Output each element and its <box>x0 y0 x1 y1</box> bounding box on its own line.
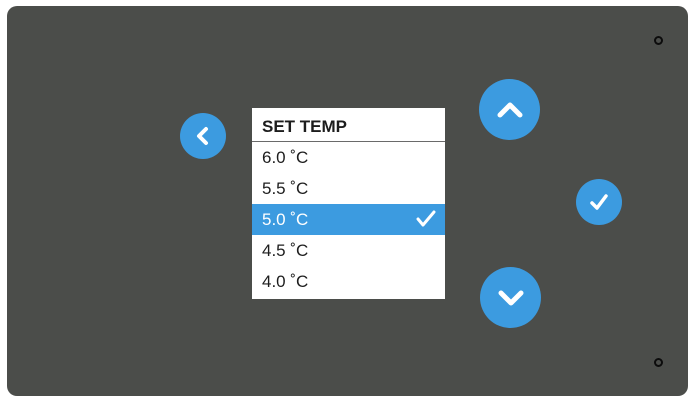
checkmark-icon <box>590 194 608 210</box>
temperature-option-4-0[interactable]: 4.0 ˚C <box>252 266 445 297</box>
temperature-option-5-5[interactable]: 5.5 ˚C <box>252 173 445 204</box>
chevron-left-icon <box>197 127 208 145</box>
option-label: 6.0 ˚C <box>262 148 309 167</box>
option-label: 5.5 ˚C <box>262 179 309 198</box>
menu-title: SET TEMP <box>252 108 445 142</box>
up-button[interactable] <box>479 79 540 140</box>
temperature-option-6-0[interactable]: 6.0 ˚C <box>252 142 445 173</box>
checkmark-icon <box>416 210 436 227</box>
temperature-option-4-5[interactable]: 4.5 ˚C <box>252 235 445 266</box>
screw-top <box>654 36 663 45</box>
set-temp-menu: SET TEMP 6.0 ˚C 5.5 ˚C 5.0 ˚C 4.5 ˚C 4.0… <box>252 108 445 299</box>
confirm-button[interactable] <box>576 179 622 225</box>
down-button[interactable] <box>480 267 541 328</box>
option-label: 5.0 ˚C <box>262 210 309 229</box>
back-button[interactable] <box>180 113 226 159</box>
temperature-list: 6.0 ˚C 5.5 ˚C 5.0 ˚C 4.5 ˚C 4.0 ˚C <box>252 142 445 297</box>
option-label: 4.5 ˚C <box>262 241 309 260</box>
chevron-up-icon <box>497 102 522 117</box>
screw-bottom <box>654 358 663 367</box>
option-label: 4.0 ˚C <box>262 272 309 291</box>
temperature-option-5-0[interactable]: 5.0 ˚C <box>252 204 445 235</box>
chevron-down-icon <box>498 290 523 305</box>
